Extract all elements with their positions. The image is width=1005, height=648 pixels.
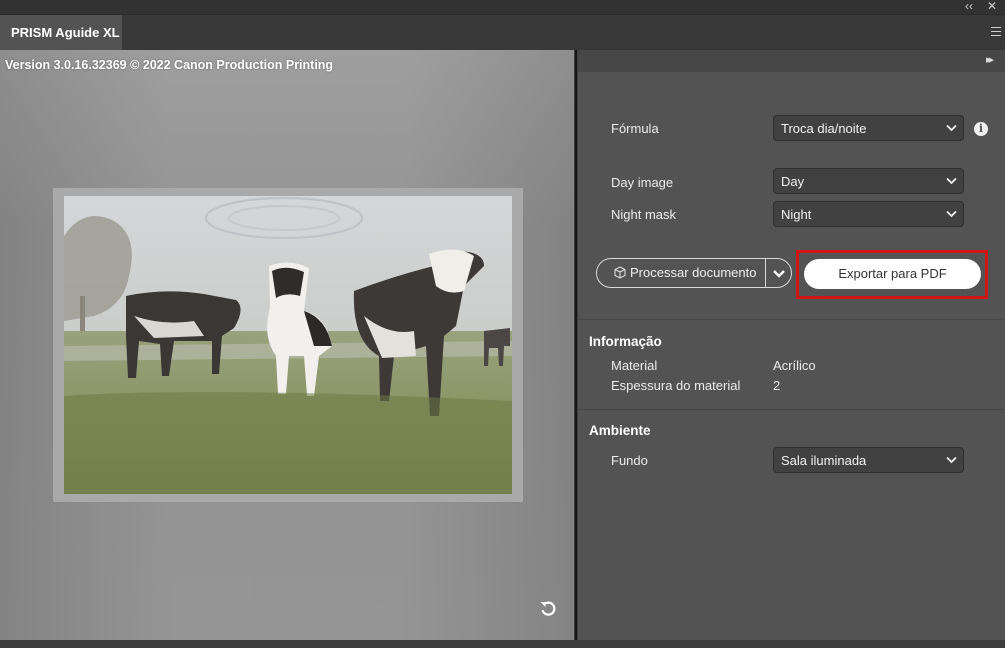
expand-panel-icon[interactable]: ▸▸ bbox=[986, 53, 994, 66]
version-text: Version 3.0.16.32369 © 2022 Canon Produc… bbox=[5, 58, 334, 72]
divider bbox=[578, 409, 1005, 410]
information-heading: Informação bbox=[589, 334, 662, 349]
process-document-label: Processar documento bbox=[630, 265, 757, 280]
status-strip bbox=[0, 640, 1005, 648]
background-label: Fundo bbox=[611, 453, 648, 468]
preview-frame bbox=[53, 188, 523, 502]
chevron-down-icon bbox=[946, 456, 957, 464]
close-icon[interactable]: ✕ bbox=[987, 0, 997, 13]
night-mask-label: Night mask bbox=[611, 207, 677, 222]
title-bar: ‹‹ ✕ bbox=[0, 0, 1005, 14]
info-icon[interactable]: i bbox=[974, 122, 988, 136]
preview-panel: Version 3.0.16.32369 © 2022 Canon Produc… bbox=[0, 50, 574, 640]
chevron-down-icon bbox=[946, 210, 957, 218]
material-value: Acrílico bbox=[773, 358, 816, 373]
chevron-down-icon bbox=[946, 177, 957, 185]
process-document-button[interactable]: Processar documento bbox=[596, 258, 792, 288]
cube-icon bbox=[614, 266, 626, 279]
day-image-select[interactable]: Day bbox=[773, 168, 964, 194]
chevron-down-icon[interactable] bbox=[772, 269, 786, 278]
settings-panel-header: ▸▸ bbox=[578, 50, 1005, 72]
day-image-label: Day image bbox=[611, 175, 674, 190]
rotate-icon[interactable] bbox=[538, 599, 558, 619]
background-select[interactable]: Sala iluminada bbox=[773, 447, 964, 473]
collapse-panels-icon[interactable]: ‹‹ bbox=[965, 0, 973, 13]
cows-in-field-photo bbox=[64, 196, 512, 494]
hamburger-menu-icon[interactable] bbox=[991, 27, 1001, 36]
divider bbox=[578, 319, 1005, 320]
tab-bar: PRISM Aguide XL bbox=[0, 14, 1005, 51]
export-pdf-button[interactable]: Exportar para PDF bbox=[804, 259, 981, 289]
thickness-label: Espessura do material bbox=[611, 378, 741, 393]
settings-panel: ▸▸ Fórmula Troca dia/noite i Day image D… bbox=[578, 50, 1005, 640]
night-mask-select[interactable]: Night bbox=[773, 201, 964, 227]
thickness-value: 2 bbox=[773, 378, 781, 393]
formula-label: Fórmula bbox=[611, 121, 659, 136]
environment-heading: Ambiente bbox=[589, 423, 651, 438]
formula-select[interactable]: Troca dia/noite bbox=[773, 115, 964, 141]
tab-prism-aguide[interactable]: PRISM Aguide XL bbox=[0, 15, 122, 51]
material-label: Material bbox=[611, 358, 658, 373]
chevron-down-icon bbox=[946, 124, 957, 132]
